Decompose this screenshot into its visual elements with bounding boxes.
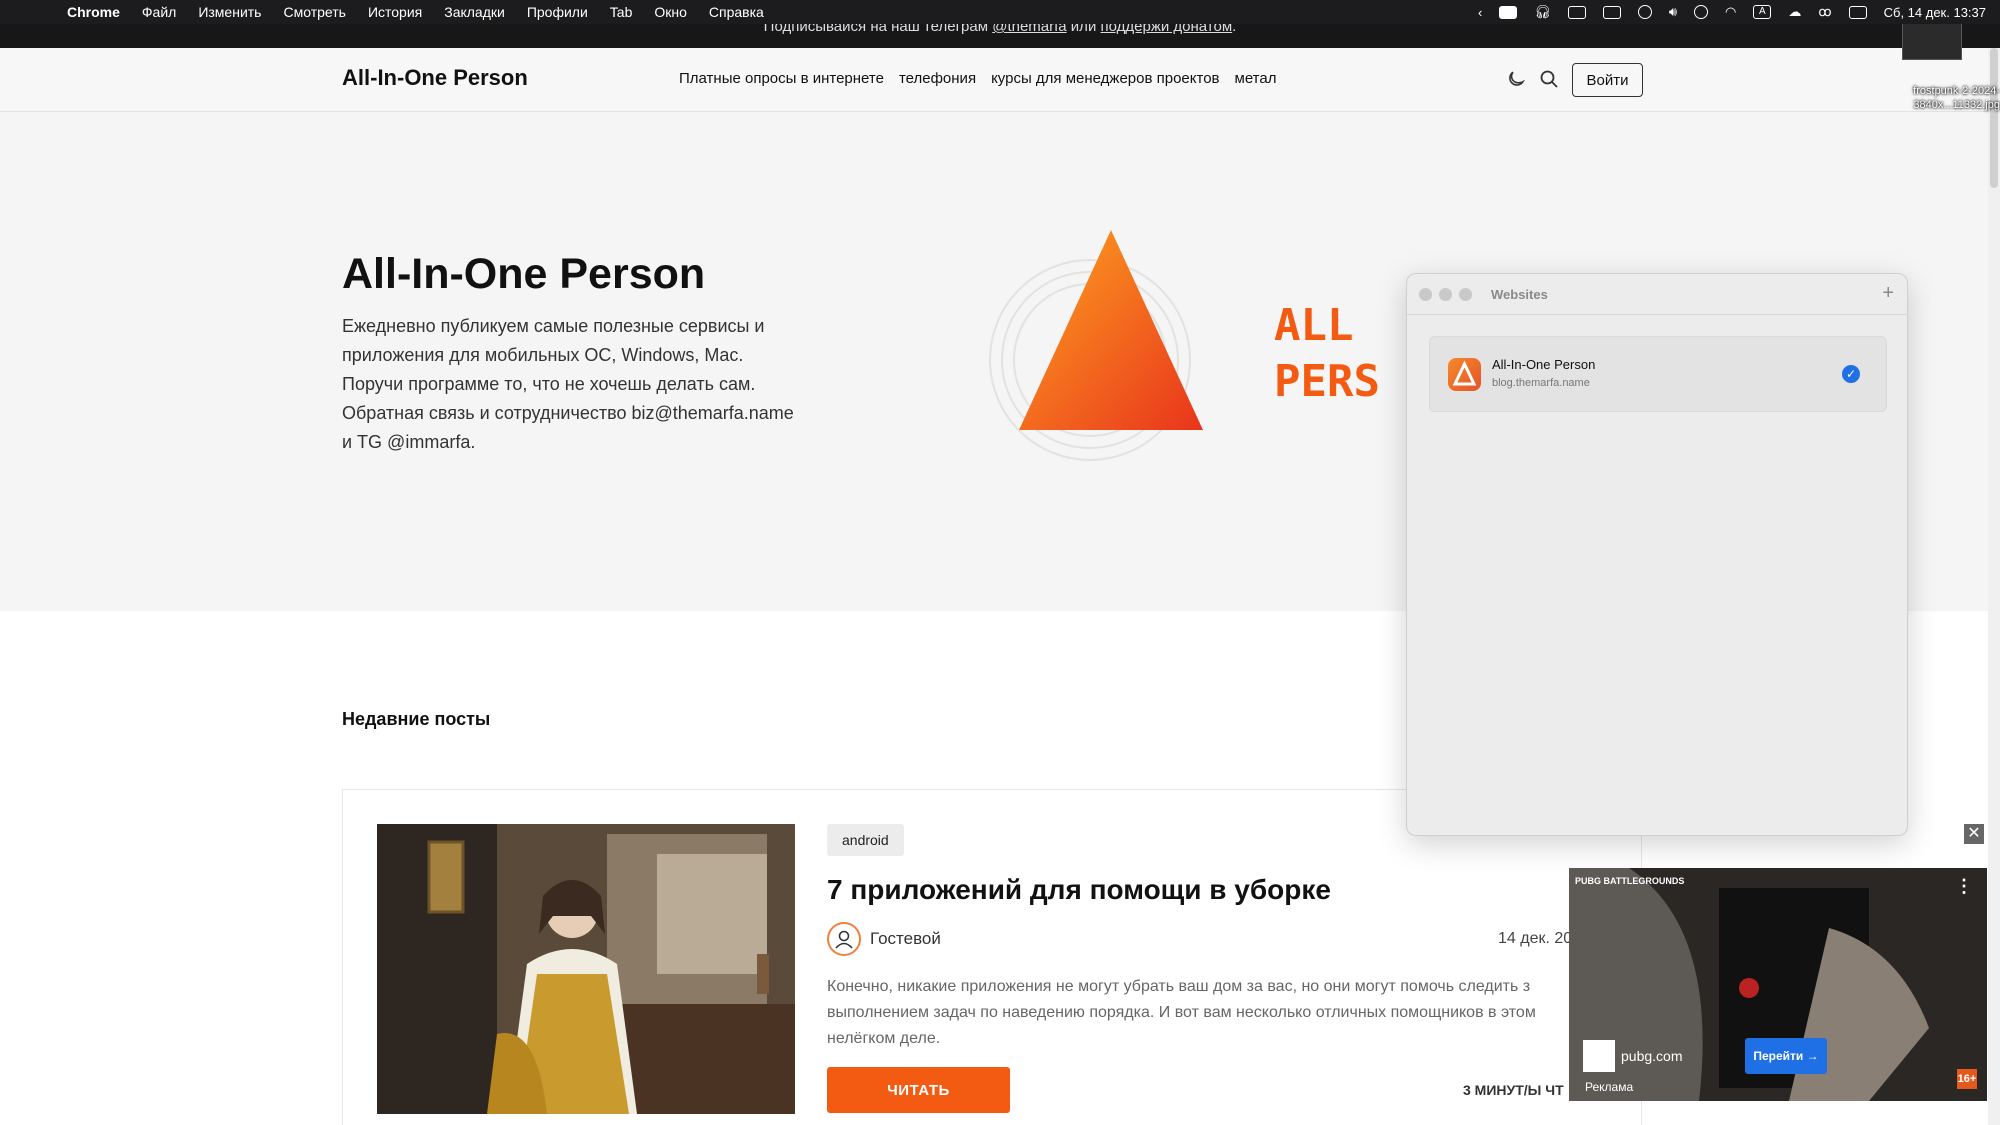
post-excerpt: Конечно, никакие приложения не могут убр… [827, 978, 1536, 1047]
panel-titlebar[interactable]: Websites + [1407, 274, 1907, 315]
app-status-icon[interactable] [1499, 5, 1518, 19]
nav-item-paid-surveys[interactable]: Платные опросы в интернете [679, 70, 884, 87]
cloud-icon[interactable]: ☁ [1788, 4, 1801, 20]
recent-posts-heading: Недавние посты [342, 709, 491, 729]
website-url: blog.themarfa.name [1492, 377, 1590, 389]
post-author[interactable]: Гостевой [870, 929, 941, 949]
minimize-window-button[interactable] [1439, 288, 1452, 301]
macos-menu-bar: Chrome Файл Изменить Смотреть История За… [0, 0, 2000, 24]
search-icon[interactable] [1539, 69, 1559, 89]
hero-title: All-In-One Person [342, 250, 706, 298]
post-title[interactable]: 7 приложений для помощи в уборке [827, 874, 1331, 906]
post-card: android 7 приложений для помощи в уборке… [342, 789, 1642, 1125]
promo-prefix: Подписывайся на наш телеграм [763, 24, 993, 35]
zoom-window-button[interactable] [1459, 288, 1472, 301]
menu-app-chrome[interactable]: Chrome [56, 4, 131, 20]
page-scrollbar[interactable] [1988, 48, 2000, 1125]
website-favicon [1448, 358, 1481, 391]
user-icon[interactable] [1694, 5, 1709, 19]
close-window-button[interactable] [1419, 288, 1432, 301]
pubg-logo: PUBG BATTLEGROUNDS [1575, 876, 1685, 886]
user-icon [835, 930, 853, 949]
chevron-left-icon[interactable]: ‹ [1478, 5, 1482, 20]
hero-description: Ежедневно публикуем самые полезные серви… [342, 316, 794, 452]
ad-go-button[interactable]: Перейти → [1745, 1038, 1827, 1074]
battery-icon[interactable] [1567, 5, 1586, 19]
post-tag[interactable]: android [827, 824, 904, 856]
author-avatar[interactable] [827, 922, 861, 956]
main-nav: Платные опросы в интернете телефония кур… [679, 70, 1276, 87]
wifi-icon[interactable]: ◠ [1725, 4, 1736, 20]
ad-close-button[interactable]: ✕ [1964, 824, 1984, 844]
website-row[interactable]: All-In-One Person blog.themarfa.name ✓ [1429, 336, 1887, 412]
hero-art-line1: ALL [1274, 300, 1353, 351]
scrollbar-thumb[interactable] [1990, 48, 1998, 188]
control-center-icon[interactable] [1848, 5, 1867, 19]
menu-edit[interactable]: Изменить [187, 4, 272, 20]
post-thumbnail-image [377, 824, 795, 1114]
menu-history[interactable]: История [357, 4, 433, 20]
video-ad[interactable]: PUBG BATTLEGROUNDS ⋮ pubg.com Перейти → … [1569, 868, 1987, 1101]
hero-art-line2: PERS [1274, 356, 1380, 407]
checkmark-icon[interactable]: ✓ [1842, 365, 1860, 383]
menu-bookmarks[interactable]: Закладки [433, 4, 516, 20]
site-logo[interactable]: All-In-One Person [342, 65, 528, 91]
pubg-brand-icon [1583, 1040, 1615, 1072]
input-source-icon[interactable]: A [1753, 5, 1772, 19]
status-area: ‹ 🎧︎ 🔊︎ ◠ A ☁ ꝏ Сб, 14 дек. 13:37 [1478, 0, 1986, 24]
headphones-icon[interactable]: 🎧︎ [1534, 4, 1551, 20]
menu-profiles[interactable]: Профили [516, 4, 599, 20]
nav-item-metal[interactable]: метал [1235, 70, 1277, 87]
promo-suffix: . [1232, 24, 1237, 35]
read-button[interactable]: ЧИТАТЬ [827, 1067, 1010, 1113]
menu-file[interactable]: Файл [131, 4, 187, 20]
login-button[interactable]: Войти [1572, 63, 1643, 97]
promo-banner: Подписывайся на наш телеграм @themarfa и… [0, 24, 2000, 48]
hero-logo-image: ALL PERS [989, 230, 1380, 461]
add-website-button[interactable]: + [1882, 282, 1894, 305]
donate-link[interactable]: поддержи донатом [1101, 24, 1233, 35]
menu-window[interactable]: Окно [643, 4, 698, 20]
desktop-file-thumbnail[interactable] [1902, 20, 1962, 60]
menu-help[interactable]: Справка [698, 4, 775, 20]
menu-view[interactable]: Смотреть [272, 4, 356, 20]
menu-tab[interactable]: Tab [599, 4, 644, 20]
panel-title: Websites [1491, 287, 1548, 302]
volume-icon[interactable]: 🔊︎ [1669, 4, 1677, 20]
ad-menu-icon[interactable]: ⋮ [1955, 876, 1973, 897]
focus-icon[interactable] [1637, 5, 1652, 19]
ad-domain[interactable]: pubg.com [1621, 1048, 1682, 1064]
websites-panel: Websites + All-In-One Person blog.themar… [1406, 273, 1908, 836]
moon-icon[interactable] [1506, 69, 1526, 89]
keyboard-icon[interactable] [1602, 5, 1621, 19]
promo-middle: или [1066, 24, 1101, 35]
post-date: 14 дек. 20 [1498, 930, 1573, 947]
nav-item-pm-courses[interactable]: курсы для менеджеров проектов [991, 70, 1219, 87]
desktop-file-label[interactable]: frostpunk-2-2024-3840x...11332.jpg [1860, 84, 2000, 112]
read-time: 3 МИНУТ/Ы ЧТ [1463, 1082, 1564, 1098]
post-thumbnail[interactable] [377, 824, 795, 1114]
age-rating-badge: 16+ [1957, 1069, 1977, 1089]
telegram-link[interactable]: @themarfa [992, 24, 1066, 35]
site-header: All-In-One Person Платные опросы в интер… [0, 48, 1988, 112]
ad-label: Реклама [1585, 1080, 1634, 1094]
website-name: All-In-One Person [1492, 357, 1596, 372]
datetime[interactable]: Сб, 14 дек. 13:37 [1884, 5, 1986, 20]
nav-item-telephony[interactable]: телефония [899, 70, 976, 87]
aiop-logo-icon [1452, 360, 1477, 386]
hearing-icon[interactable]: ꝏ [1818, 4, 1831, 20]
